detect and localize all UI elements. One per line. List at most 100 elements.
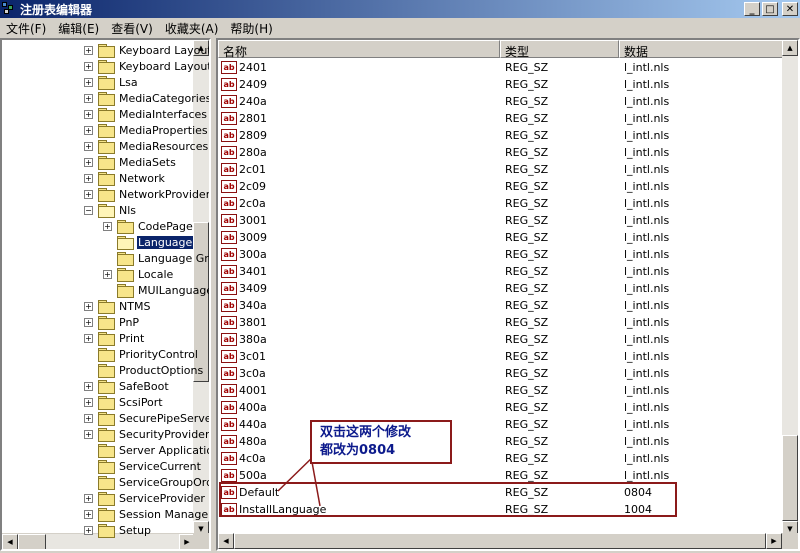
- menu-help[interactable]: 帮助(H): [224, 20, 278, 37]
- tree-item[interactable]: MUILanguages: [103, 282, 209, 298]
- expand-icon[interactable]: +: [84, 333, 93, 343]
- tree-item[interactable]: + MediaSets: [84, 154, 177, 170]
- expand-icon[interactable]: +: [84, 301, 93, 311]
- close-button[interactable]: ✕: [782, 2, 798, 16]
- column-data-header[interactable]: 数据: [619, 40, 784, 59]
- expand-icon[interactable]: +: [84, 157, 93, 167]
- tree-item[interactable]: + Network: [84, 170, 166, 186]
- tree-item[interactable]: Language Groups: [103, 250, 209, 266]
- tree-item[interactable]: + Lsa: [84, 74, 139, 90]
- tree-item[interactable]: + MediaProperties: [84, 122, 209, 138]
- registry-value-row[interactable]: ab 240a REG_SZ l_intl.nls: [218, 93, 784, 110]
- registry-value-row[interactable]: ab 440a REG_SZ l_intl.nls: [218, 416, 784, 433]
- expand-icon[interactable]: +: [84, 93, 93, 103]
- scroll-right-icon[interactable]: ▶: [766, 533, 782, 549]
- registry-value-row[interactable]: ab 4c0a REG_SZ l_intl.nls: [218, 450, 784, 467]
- tree-item[interactable]: Language: [103, 234, 194, 250]
- collapse-icon[interactable]: −: [84, 205, 93, 215]
- registry-value-row[interactable]: ab 3409 REG_SZ l_intl.nls: [218, 280, 784, 297]
- tree-item[interactable]: + PnP: [84, 314, 140, 330]
- menu-edit[interactable]: 编辑(E): [52, 20, 105, 37]
- tree-item[interactable]: Server Applications: [84, 442, 209, 458]
- tree-item[interactable]: + CodePage: [103, 218, 194, 234]
- registry-value-row[interactable]: ab 2c01 REG_SZ l_intl.nls: [218, 161, 784, 178]
- expand-icon[interactable]: +: [84, 125, 93, 135]
- tree-item[interactable]: + ScsiPort: [84, 394, 164, 410]
- registry-value-row[interactable]: ab 2809 REG_SZ l_intl.nls: [218, 127, 784, 144]
- tree-item[interactable]: ServiceGroupOrder: [84, 474, 209, 490]
- registry-value-row[interactable]: ab 300a REG_SZ l_intl.nls: [218, 246, 784, 263]
- tree-item[interactable]: ProductOptions: [84, 362, 204, 378]
- menu-favorites[interactable]: 收藏夹(A): [159, 20, 225, 37]
- expand-icon[interactable]: +: [84, 509, 93, 519]
- tree-item[interactable]: ServiceCurrent: [84, 458, 202, 474]
- tree-item[interactable]: + MediaCategories: [84, 90, 209, 106]
- registry-value-row[interactable]: ab 380a REG_SZ l_intl.nls: [218, 331, 784, 348]
- minimize-button[interactable]: _: [744, 2, 760, 16]
- tree-item[interactable]: + MediaResources: [84, 138, 209, 154]
- column-type-header[interactable]: 类型: [500, 40, 619, 59]
- tree-item[interactable]: + SafeBoot: [84, 378, 170, 394]
- registry-value-row[interactable]: ab 3c0a REG_SZ l_intl.nls: [218, 365, 784, 382]
- tree-item[interactable]: + NTMS: [84, 298, 151, 314]
- registry-value-row[interactable]: ab 340a REG_SZ l_intl.nls: [218, 297, 784, 314]
- registry-value-row[interactable]: ab 3001 REG_SZ l_intl.nls: [218, 212, 784, 229]
- tree-item[interactable]: − Nls: [84, 202, 137, 218]
- registry-value-row[interactable]: ab 2c09 REG_SZ l_intl.nls: [218, 178, 784, 195]
- tree-item[interactable]: + Print: [84, 330, 145, 346]
- tree-item[interactable]: PriorityControl: [84, 346, 199, 362]
- menu-file[interactable]: 文件(F): [0, 20, 52, 37]
- tree-item[interactable]: + SecurePipeServers: [84, 410, 209, 426]
- expand-icon[interactable]: +: [84, 317, 93, 327]
- list-vertical-scrollbar[interactable]: ▲ ▼: [782, 40, 798, 537]
- tree-item[interactable]: + Session Manager: [84, 506, 209, 522]
- list-hscroll-thumb[interactable]: [234, 533, 766, 549]
- column-name-header[interactable]: 名称: [218, 40, 500, 59]
- registry-value-row[interactable]: ab 4001 REG_SZ l_intl.nls: [218, 382, 784, 399]
- tree-item[interactable]: + ServiceProvider: [84, 490, 206, 506]
- tree-item[interactable]: + SecurityProviders: [84, 426, 209, 442]
- expand-icon[interactable]: +: [84, 381, 93, 391]
- scroll-left-icon[interactable]: ◀: [218, 533, 234, 549]
- expand-icon[interactable]: +: [84, 109, 93, 119]
- tree-item[interactable]: + Keyboard Layout: [84, 42, 209, 58]
- tree-item[interactable]: + Locale: [103, 266, 174, 282]
- expand-icon[interactable]: +: [84, 45, 93, 55]
- expand-icon[interactable]: +: [84, 525, 93, 535]
- list-horizontal-scrollbar[interactable]: ◀ ▶: [218, 533, 782, 549]
- tree-item[interactable]: + Setup: [84, 522, 152, 538]
- tree-hscroll-thumb[interactable]: [18, 534, 46, 549]
- tree-item[interactable]: + NetworkProvider: [84, 186, 209, 202]
- scroll-left-icon[interactable]: ◀: [2, 534, 18, 549]
- scroll-up-icon[interactable]: ▲: [782, 40, 798, 56]
- expand-icon[interactable]: +: [84, 189, 93, 199]
- expand-icon[interactable]: +: [84, 173, 93, 183]
- list-scroll-thumb[interactable]: [782, 435, 798, 521]
- values-list[interactable]: 名称 类型 数据 ▲ ▼ ◀ ▶ ab 2401 REG_SZ l_intl.nls a…: [216, 38, 800, 551]
- expand-icon[interactable]: +: [84, 429, 93, 439]
- expand-icon[interactable]: +: [84, 141, 93, 151]
- registry-value-row[interactable]: ab 2409 REG_SZ l_intl.nls: [218, 76, 784, 93]
- registry-value-row[interactable]: ab 2801 REG_SZ l_intl.nls: [218, 110, 784, 127]
- tree-item[interactable]: + Keyboard Layouts: [84, 58, 209, 74]
- registry-value-row[interactable]: ab 2c0a REG_SZ l_intl.nls: [218, 195, 784, 212]
- expand-icon[interactable]: +: [84, 77, 93, 87]
- registry-value-row[interactable]: ab 2401 REG_SZ l_intl.nls: [218, 59, 784, 76]
- registry-value-row[interactable]: ab 480a REG_SZ l_intl.nls: [218, 433, 784, 450]
- expand-icon[interactable]: +: [103, 221, 112, 231]
- tree-item[interactable]: + MediaInterfaces: [84, 106, 208, 122]
- expand-icon[interactable]: +: [84, 397, 93, 407]
- registry-value-row[interactable]: ab 3c01 REG_SZ l_intl.nls: [218, 348, 784, 365]
- expand-icon[interactable]: +: [84, 61, 93, 71]
- expand-icon[interactable]: +: [103, 269, 112, 279]
- maximize-button[interactable]: □: [762, 2, 778, 16]
- registry-value-row[interactable]: ab 400a REG_SZ l_intl.nls: [218, 399, 784, 416]
- registry-value-row[interactable]: ab 3009 REG_SZ l_intl.nls: [218, 229, 784, 246]
- registry-tree[interactable]: ▲ ▼ ◀ ▶ + Keyboard Layout + Keyboard Layout…: [0, 38, 211, 551]
- registry-value-row[interactable]: ab 3401 REG_SZ l_intl.nls: [218, 263, 784, 280]
- registry-value-row[interactable]: ab 280a REG_SZ l_intl.nls: [218, 144, 784, 161]
- expand-icon[interactable]: +: [84, 493, 93, 503]
- registry-value-row[interactable]: ab 3801 REG_SZ l_intl.nls: [218, 314, 784, 331]
- expand-icon[interactable]: +: [84, 413, 93, 423]
- menu-view[interactable]: 查看(V): [105, 20, 159, 37]
